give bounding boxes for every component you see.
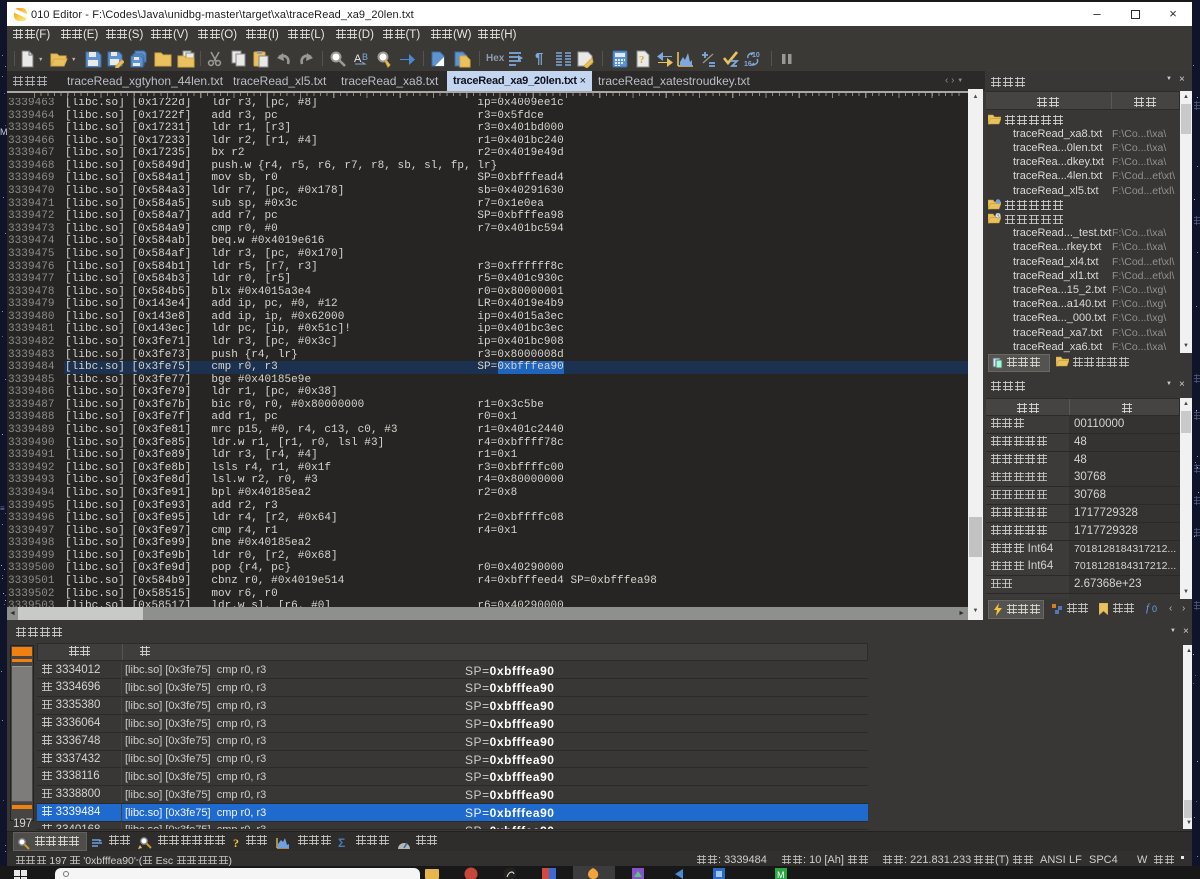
svg-text:16: 16 [744, 61, 752, 68]
svg-text:?: ? [639, 54, 645, 66]
svg-text:A: A [354, 53, 362, 65]
svg-text:M: M [777, 870, 785, 879]
svg-text:B: B [362, 52, 368, 62]
